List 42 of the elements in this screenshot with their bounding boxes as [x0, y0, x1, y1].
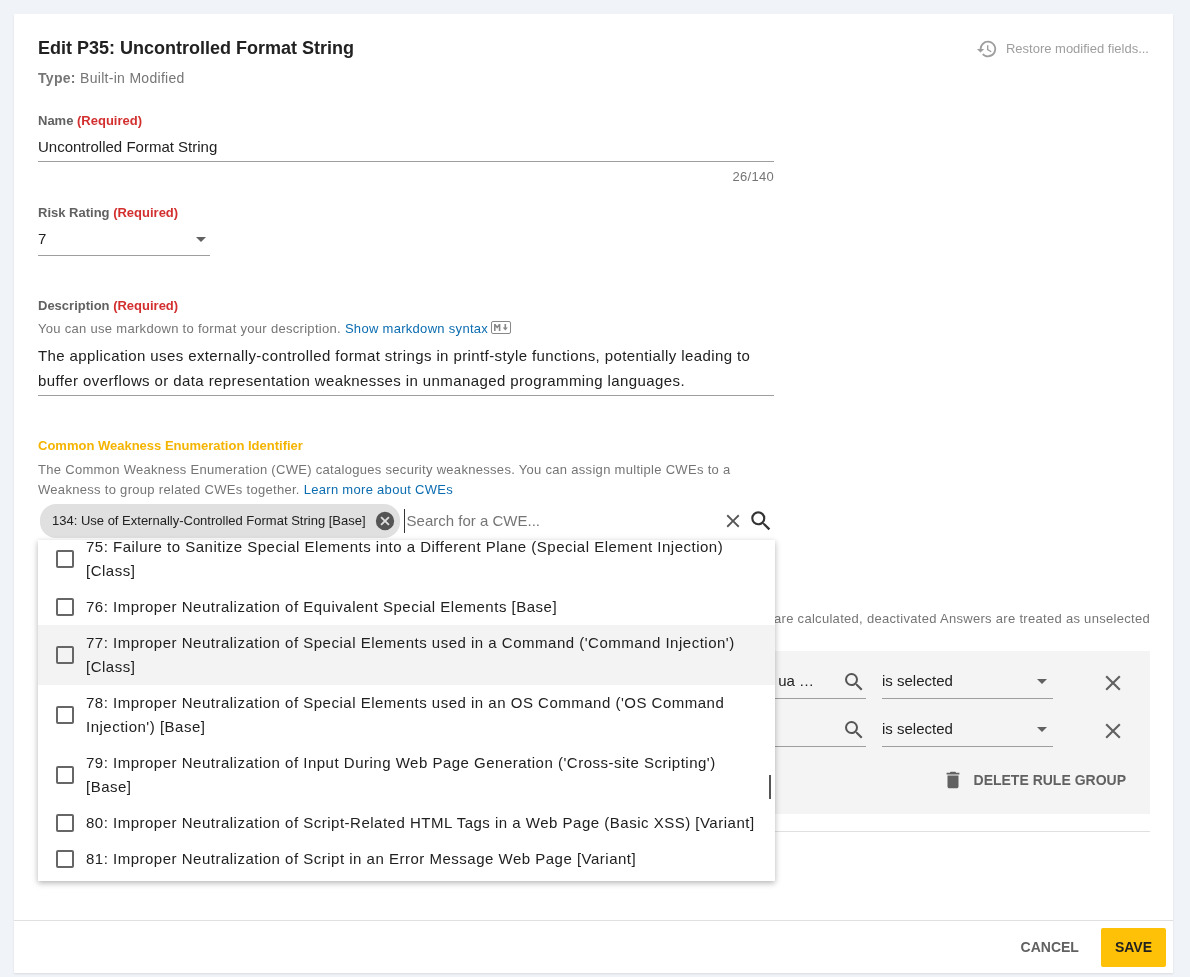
- cwe-chip[interactable]: 134: Use of Externally-Controlled Format String [Base]: [40, 504, 400, 538]
- dialog-title: Edit P35: Uncontrolled Format String: [38, 38, 355, 60]
- caret-icon: [196, 236, 206, 242]
- cwe-option[interactable]: 81: Improper Neutralization of Script in an Error Message Web Page [Variant]: [38, 841, 775, 877]
- type-text: Type: Built-in Modified: [38, 69, 186, 88]
- checkbox[interactable]: [56, 550, 74, 568]
- answer-text: ua …: [778, 671, 814, 692]
- description-field[interactable]: The application uses externally-controlled format strings in printf-style functions, potentially leading to buffer overflows or data representation weaknesses in unmanaged programming languages.: [38, 342, 774, 396]
- cancel-button[interactable]: CANCEL: [1008, 928, 1091, 966]
- markdown-icon: [491, 321, 512, 334]
- checkbox[interactable]: [56, 766, 74, 784]
- risk-rating-label: Risk Rating (Required): [38, 203, 180, 222]
- scrollbar-thumb[interactable]: [769, 775, 771, 799]
- learn-more-link[interactable]: Learn more about CWEs: [303, 482, 454, 497]
- cwe-option[interactable]: 75: Failure to Sanitize Special Elements into a Different Plane (Special Element Injection) [Class]: [38, 540, 775, 589]
- condition-select[interactable]: is selected: [882, 665, 1053, 699]
- cwe-option[interactable]: 76: Improper Neutralization of Equivalent Special Elements [Base]: [38, 589, 775, 625]
- checkbox[interactable]: [56, 706, 74, 724]
- cwe-help-text: The Common Weakness Enumeration (CWE) catalogues security weaknesses. You can assign multiple CWEs to a Weakness to group related CWEs together. Learn more about CWEs: [38, 461, 732, 499]
- delete-rule-group-button[interactable]: DELETE RULE GROUP: [941, 769, 1126, 791]
- character-counter: 26/140: [732, 167, 774, 186]
- cwe-label: Common Weakness Enumeration Identifier: [38, 436, 304, 455]
- checkbox[interactable]: [56, 850, 74, 868]
- checkbox[interactable]: [56, 646, 74, 664]
- rules-hint-text: are calculated, deactivated Answers are treated as unselected: [774, 610, 1150, 628]
- description-help-text: You can use markdown to format your description. Show markdown syntax: [38, 319, 1149, 339]
- history-icon: [975, 38, 998, 60]
- cwe-option[interactable]: 79: Improper Neutralization of Input During Web Page Generation ('Cross-site Scripting') [Base]: [38, 745, 775, 805]
- name-field[interactable]: Uncontrolled Format String: [38, 134, 774, 162]
- cwe-option[interactable]: 77: Improper Neutralization of Special Elements used in a Command ('Command Injection') [Class]: [38, 625, 775, 685]
- name-label: Name (Required): [38, 112, 144, 130]
- description-label: Description (Required): [38, 296, 180, 315]
- markdown-syntax-link[interactable]: Show markdown syntax: [344, 321, 489, 336]
- cwe-option[interactable]: 80: Improper Neutralization of Script-Related HTML Tags in a Web Page (Basic XSS) [Variant]: [38, 805, 775, 841]
- checkbox[interactable]: [56, 814, 74, 832]
- save-button[interactable]: SAVE: [1100, 927, 1166, 967]
- condition-select[interactable]: is selected: [882, 713, 1053, 747]
- risk-rating-select[interactable]: 7: [38, 226, 210, 256]
- caret-icon: [1037, 727, 1047, 732]
- caret-icon: [1037, 679, 1047, 684]
- remove-icon[interactable]: [373, 510, 396, 532]
- checkbox[interactable]: [56, 598, 74, 616]
